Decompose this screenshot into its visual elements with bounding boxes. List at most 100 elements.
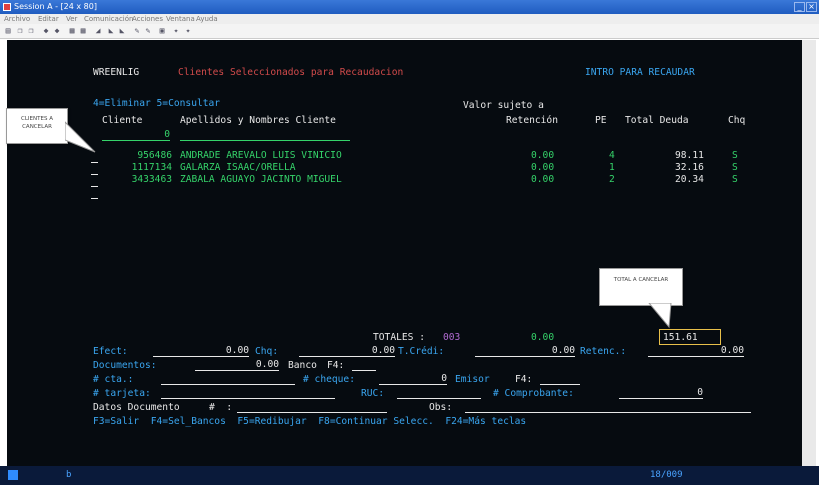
cheque-field[interactable]: 0 <box>379 374 447 385</box>
function-keys: F3=Salir F4=Sel_Bancos F5=Redibujar F8=C… <box>93 416 527 427</box>
menu-editar[interactable]: Editar <box>38 15 59 23</box>
emisor-field[interactable] <box>540 374 580 385</box>
totales-deuda: 151.61 <box>663 332 698 343</box>
enter-hint: INTRO PARA RECAUDAR <box>585 67 695 78</box>
row-3-retencion: 0.00 <box>531 174 555 185</box>
connection-indicator-icon <box>8 470 18 480</box>
tcredi-label: T.Crédi: <box>398 346 445 357</box>
header-retencion: Retención <box>506 115 558 126</box>
minimize-button[interactable]: _ <box>794 2 805 12</box>
window-title: Session A - [24 x 80] <box>14 2 97 11</box>
tarjeta-field[interactable] <box>161 388 335 399</box>
row-option-4[interactable] <box>91 188 98 199</box>
cuenta-label: # cta.: <box>93 374 134 385</box>
title-bar: Session A - [24 x 80] _ × <box>0 0 819 14</box>
row-3-nombre: ZABALA AGUAYO JACINTO MIGUEL <box>180 174 342 185</box>
keyboard-icon[interactable]: ▦ <box>79 27 87 35</box>
menu-bar: Archivo Editar Ver Comunicación Acciones… <box>0 14 819 24</box>
chq-field[interactable]: 0.00 <box>299 346 395 357</box>
comprobante-field[interactable]: 0 <box>619 388 703 399</box>
filter-nombre[interactable] <box>180 130 350 141</box>
menu-ayuda[interactable]: Ayuda <box>196 15 218 23</box>
paste-icon[interactable]: ❐ <box>27 27 35 35</box>
chq-label: Chq: <box>255 346 279 357</box>
callout-total-text: TOTAL A CANCELAR <box>613 277 669 283</box>
tcredi-field[interactable]: 0.00 <box>475 346 575 357</box>
cheque-label: # cheque: <box>303 374 355 385</box>
cursor-position: 18/009 <box>650 470 683 480</box>
header-pe: PE <box>595 115 607 126</box>
print-icon[interactable]: ▤ <box>4 27 12 35</box>
datos-numero-field[interactable] <box>237 402 387 413</box>
options-line: 4=Eliminar 5=Consultar <box>93 98 221 109</box>
macro-icon[interactable]: ◢ <box>94 27 102 35</box>
row-3-cliente: 3433463 <box>131 174 172 185</box>
callout-total: TOTAL A CANCELAR <box>599 268 683 306</box>
banco-f4-label: F4: <box>327 360 345 371</box>
header-nombres: Apellidos y Nombres Cliente <box>180 115 336 126</box>
record-icon[interactable]: ◣ <box>107 27 115 35</box>
ruc-field[interactable] <box>397 388 481 399</box>
row-2-chq: S <box>732 162 738 173</box>
row-1-cliente: 956486 <box>137 150 172 161</box>
callout-clientes: CLIENTES A CANCELAR <box>6 108 68 144</box>
retenc-field[interactable]: 0.00 <box>648 346 744 357</box>
status-bar: b 18/009 <box>0 466 819 485</box>
menu-comunicacion[interactable]: Comunicación <box>84 15 133 23</box>
row-option-2[interactable] <box>91 164 98 175</box>
row-2-nombre: GALARZA ISAAC/ORELLA <box>180 162 296 173</box>
row-1-deuda: 98.11 <box>675 150 704 161</box>
row-2-retencion: 0.00 <box>531 162 555 173</box>
callout-clientes-pointer <box>65 121 96 153</box>
row-3-chq: S <box>732 174 738 185</box>
documentos-field[interactable]: 0.00 <box>195 360 279 371</box>
play-icon[interactable]: ◣ <box>118 27 126 35</box>
efect-field[interactable]: 0.00 <box>153 346 249 357</box>
cuenta-field[interactable] <box>161 374 295 385</box>
display-icon[interactable]: ▦ <box>68 27 76 35</box>
row-3-pe: 2 <box>609 174 615 185</box>
datos-numero-label: # : <box>209 402 233 413</box>
emisor-f4-label: F4: <box>515 374 533 385</box>
obs-label: Obs: <box>429 402 453 413</box>
menu-ventana[interactable]: Ventana <box>166 15 195 23</box>
banco-label: Banco <box>288 360 317 371</box>
banco-field[interactable] <box>352 360 376 371</box>
help-icon[interactable]: ▣ <box>158 27 166 35</box>
row-option-3[interactable] <box>91 176 98 187</box>
screen-title: Clientes Seleccionados para Recaudacion <box>178 67 404 78</box>
map-icon[interactable]: ✎ <box>144 27 152 35</box>
row-1-retencion: 0.00 <box>531 150 555 161</box>
extra-icon[interactable]: ✦ <box>184 27 192 35</box>
header-cliente: Cliente <box>102 115 143 126</box>
obs-field[interactable] <box>465 402 751 413</box>
menu-archivo[interactable]: Archivo <box>4 15 30 23</box>
documentos-label: Documentos: <box>93 360 157 371</box>
row-3-deuda: 20.34 <box>675 174 704 185</box>
terminal-screen[interactable]: WREENLIG Clientes Seleccionados para Rec… <box>6 40 816 466</box>
efect-label: Efect: <box>93 346 128 357</box>
filter-cliente[interactable]: 0 <box>102 130 170 141</box>
row-2-cliente: 1117134 <box>131 162 172 173</box>
app-icon <box>3 3 11 11</box>
datos-documento-label: Datos Documento <box>93 402 180 413</box>
emisor-label: Emisor <box>455 374 490 385</box>
menu-acciones[interactable]: Acciones <box>132 15 163 23</box>
row-1-pe: 4 <box>609 150 615 161</box>
receive-icon[interactable]: ◆ <box>53 27 61 35</box>
comprobante-label: # Comprobante: <box>493 388 574 399</box>
header-total-deuda: Total Deuda <box>625 115 689 126</box>
color-icon[interactable]: ✎ <box>133 27 141 35</box>
callout-clientes-text: CLIENTES A CANCELAR <box>21 116 53 130</box>
menu-ver[interactable]: Ver <box>66 15 77 23</box>
close-button[interactable]: × <box>806 2 817 12</box>
send-icon[interactable]: ◆ <box>42 27 50 35</box>
header-chq: Chq <box>728 115 746 126</box>
copy-icon[interactable]: ❐ <box>16 27 24 35</box>
row-1-chq: S <box>732 150 738 161</box>
callout-total-pointer <box>648 303 672 329</box>
row-2-deuda: 32.16 <box>675 162 704 173</box>
settings-icon[interactable]: ✦ <box>172 27 180 35</box>
row-2-pe: 1 <box>609 162 615 173</box>
toolbar: ▤ ❐ ❐ ◆ ◆ ▦ ▦ ◢ ◣ ◣ ✎ ✎ ▣ ✦ ✦ <box>0 24 819 39</box>
